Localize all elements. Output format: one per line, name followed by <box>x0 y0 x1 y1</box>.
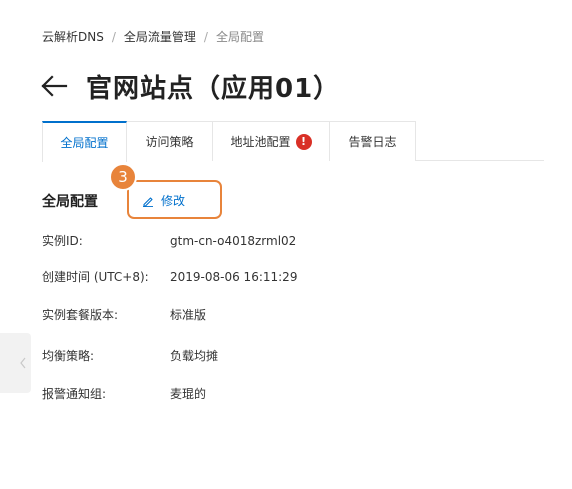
breadcrumb-separator: / <box>203 30 208 44</box>
breadcrumb: 云解析DNS / 全局流量管理 / 全局配置 <box>42 29 264 45</box>
breadcrumb-item-current: 全局配置 <box>215 30 264 44</box>
info-label: 报警通知组: <box>42 387 107 401</box>
info-row-plan-version: 实例套餐版本: 标准版 <box>42 307 206 323</box>
tab-label: 地址池配置 <box>230 135 291 149</box>
info-label: 均衡策略: <box>42 349 95 363</box>
edit-button[interactable]: 修改 <box>142 192 185 209</box>
page: 云解析DNS / 全局流量管理 / 全局配置 官网站点（应用01） 全局配置 访… <box>0 0 572 489</box>
step-number-badge: 3 <box>109 163 137 191</box>
chevron-left-icon <box>20 357 26 369</box>
breadcrumb-separator: / <box>111 30 116 44</box>
info-row-balance-policy: 均衡策略: 负载均摊 <box>42 348 218 364</box>
tab-alert-log[interactable]: 告警日志 <box>329 121 416 161</box>
tab-label: 告警日志 <box>348 135 397 149</box>
tab-label: 全局配置 <box>60 136 109 150</box>
info-value: gtm-cn-o4018zrml02 <box>170 234 297 248</box>
info-label: 实例套餐版本: <box>42 308 119 322</box>
tab-label: 访问策略 <box>145 135 194 149</box>
info-label: 实例ID: <box>42 234 83 248</box>
info-row-alert-group: 报警通知组: 麦琨的 <box>42 386 206 402</box>
info-row-create-time: 创建时间 (UTC+8): 2019-08-06 16:11:29 <box>42 269 297 285</box>
info-value: 负载均摊 <box>170 349 219 363</box>
breadcrumb-item-gtm[interactable]: 全局流量管理 <box>124 29 196 45</box>
info-value: 麦琨的 <box>170 387 207 401</box>
section-title: 全局配置 <box>42 194 98 210</box>
edit-label: 修改 <box>161 194 186 208</box>
info-value: 2019-08-06 16:11:29 <box>170 270 298 284</box>
arrow-left-icon[interactable] <box>40 74 70 98</box>
tab-address-pool[interactable]: 地址池配置 ! <box>212 121 330 161</box>
breadcrumb-item-dns[interactable]: 云解析DNS <box>42 29 104 45</box>
sidebar-collapse-handle[interactable] <box>0 333 31 393</box>
title-row: 官网站点（应用01） <box>40 66 340 106</box>
tab-access-policy[interactable]: 访问策略 <box>126 121 213 161</box>
info-value: 标准版 <box>170 308 207 322</box>
tab-bar: 全局配置 访问策略 地址池配置 ! 告警日志 <box>42 121 544 162</box>
info-row-instance-id: 实例ID: gtm-cn-o4018zrml02 <box>42 233 296 249</box>
tab-global-config[interactable]: 全局配置 <box>42 121 127 162</box>
pencil-icon <box>143 196 153 207</box>
info-label: 创建时间 (UTC+8): <box>42 270 149 284</box>
page-title: 官网站点（应用01） <box>86 73 341 104</box>
alert-badge-icon: ! <box>295 133 312 150</box>
